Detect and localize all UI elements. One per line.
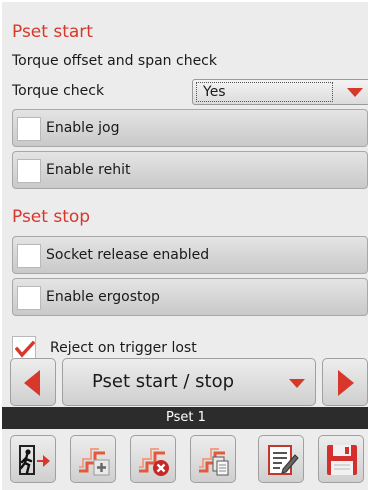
enable-ergostop-checkbox[interactable]: Enable ergostop [12, 278, 368, 316]
checkmark-icon [12, 336, 36, 358]
torque-check-value: Yes [196, 82, 333, 102]
pset-start-heading: Pset start [12, 22, 93, 42]
delete-step-button[interactable] [130, 435, 176, 483]
settings-scroll-area[interactable]: Pset start Torque offset and span check … [2, 2, 368, 358]
chevron-down-icon [347, 88, 363, 97]
enable-rehit-label: Enable rehit [46, 162, 131, 178]
checkbox-icon [17, 286, 41, 310]
torque-offset-subtitle: Torque offset and span check [12, 53, 217, 69]
torque-check-label: Torque check [12, 83, 105, 99]
copy-step-button[interactable] [190, 435, 236, 483]
copy-step-icon [199, 448, 229, 476]
current-page-label: Pset start / stop [91, 371, 235, 392]
pset-stop-heading: Pset stop [12, 207, 91, 227]
edit-notes-icon [268, 445, 299, 475]
previous-page-button[interactable] [10, 358, 56, 406]
next-page-button[interactable] [322, 358, 368, 406]
page-navigation: Pset start / stop [2, 358, 368, 406]
checkbox-icon [17, 244, 41, 268]
pset-editor-screen: Pset start Torque offset and span check … [0, 0, 368, 490]
socket-release-label: Socket release enabled [46, 247, 210, 263]
socket-release-checkbox[interactable]: Socket release enabled [12, 236, 368, 274]
save-button[interactable] [318, 435, 364, 483]
arrow-left-icon [24, 370, 40, 396]
arrow-right-icon [338, 370, 354, 396]
torque-check-select[interactable]: Yes [192, 79, 368, 105]
add-step-button[interactable] [70, 435, 116, 483]
enable-rehit-checkbox[interactable]: Enable rehit [12, 151, 368, 189]
bottom-toolbar [2, 431, 368, 490]
reject-on-trigger-lost-checkbox[interactable]: Reject on trigger lost [12, 336, 352, 358]
chevron-down-icon [289, 379, 305, 388]
enable-jog-checkbox[interactable]: Enable jog [12, 109, 368, 147]
reject-on-trigger-lost-label: Reject on trigger lost [50, 340, 197, 356]
edit-notes-button[interactable] [258, 435, 304, 483]
exit-button[interactable] [10, 435, 56, 483]
status-bar: Pset 1 [2, 407, 368, 429]
enable-ergostop-label: Enable ergostop [46, 289, 160, 305]
checkbox-icon [17, 117, 41, 141]
exit-icon [19, 445, 50, 475]
delete-step-icon [139, 448, 169, 476]
enable-jog-label: Enable jog [46, 120, 120, 136]
page-select-dropdown[interactable]: Pset start / stop [62, 358, 316, 406]
checkbox-icon [17, 159, 41, 183]
save-icon [327, 445, 357, 475]
add-step-icon [79, 448, 110, 476]
